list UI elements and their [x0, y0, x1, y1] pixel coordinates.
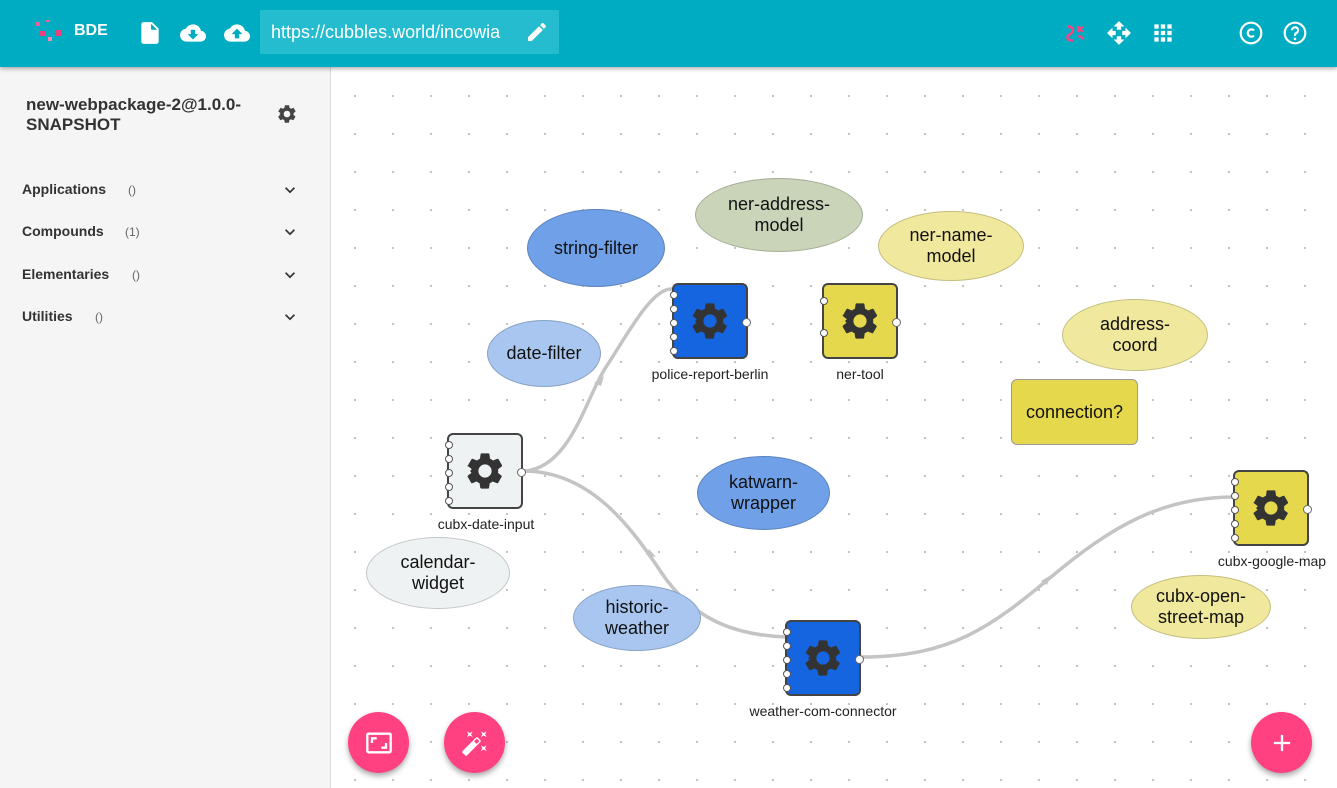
component-weather-com-connector[interactable]: [783, 620, 864, 696]
move-arrows-icon[interactable]: [1106, 20, 1132, 46]
category-count: (): [128, 183, 136, 197]
node-label: connection?: [1025, 401, 1124, 422]
gear-icon: [692, 303, 728, 339]
category-compounds[interactable]: Compounds (1): [22, 220, 312, 244]
component-ner-tool[interactable]: [820, 283, 901, 359]
category-label: Elementaries: [22, 266, 110, 282]
node-ner-name-model[interactable]: ner-name-model: [878, 211, 1024, 281]
url-field[interactable]: https://cubbles.world/incowia: [260, 10, 559, 54]
node-calendar-widget[interactable]: calendar-widget: [366, 537, 510, 609]
copyright-icon[interactable]: [1238, 20, 1264, 46]
add-button[interactable]: [1251, 712, 1312, 773]
brand-name: BDE: [74, 22, 108, 39]
sidebar: new-webpackage-2@1.0.0-SNAPSHOT Applicat…: [0, 67, 331, 788]
node-label: katwarn-wrapper: [728, 472, 799, 513]
help-icon[interactable]: [1282, 20, 1308, 46]
gear-icon: [842, 303, 878, 339]
auto-layout-button[interactable]: [444, 712, 505, 773]
node-string-filter[interactable]: string-filter: [527, 209, 665, 287]
chevron-down-icon[interactable]: [280, 180, 300, 200]
graph-canvas[interactable]: string-filter ner-address-model ner-name…: [331, 67, 1337, 788]
plus-icon: [1273, 734, 1290, 751]
top-toolbar: BDE https://cubbles.world/incowia: [0, 0, 1337, 67]
chevron-down-icon[interactable]: [280, 222, 300, 242]
node-address-coord[interactable]: address-coord: [1062, 299, 1208, 371]
category-label: Utilities: [22, 308, 73, 324]
node-ner-address-model[interactable]: ner-address-model: [695, 178, 863, 252]
component-police-report-berlin[interactable]: [670, 283, 751, 359]
gear-icon: [805, 640, 841, 676]
bde-logo-icon: [36, 18, 68, 44]
node-date-filter[interactable]: date-filter: [487, 320, 601, 387]
apps-grid-icon[interactable]: [1150, 20, 1176, 46]
cloud-upload-icon[interactable]: [224, 20, 250, 46]
fit-view-button[interactable]: [348, 712, 409, 773]
component-label: cubx-date-input: [437, 516, 535, 532]
component-cubx-date-input[interactable]: [445, 433, 526, 509]
magic-wand-icon: [461, 730, 487, 756]
node-label: cubx-open-street-map: [1155, 586, 1247, 627]
node-label: string-filter: [553, 237, 638, 258]
route-icon[interactable]: [1062, 20, 1088, 46]
node-label: ner-address-model: [727, 194, 831, 235]
node-label: historic-weather: [604, 597, 670, 638]
node-connection[interactable]: connection?: [1011, 379, 1138, 445]
url-text: https://cubbles.world/incowia: [271, 22, 501, 42]
node-cubx-open-street-map[interactable]: cubx-open-street-map: [1131, 575, 1271, 639]
chevron-down-icon[interactable]: [280, 265, 300, 285]
category-elementaries[interactable]: Elementaries (): [22, 263, 312, 287]
gear-icon: [1253, 490, 1289, 526]
node-historic-weather[interactable]: historic-weather: [573, 585, 701, 651]
settings-gear-icon[interactable]: [276, 103, 298, 125]
category-label: Applications: [22, 181, 107, 197]
category-label: Compounds: [22, 223, 104, 239]
category-count: (1): [125, 225, 140, 239]
new-file-icon[interactable]: [137, 20, 163, 46]
aspect-ratio-icon: [365, 732, 392, 753]
category-count: (): [95, 310, 103, 324]
gear-icon: [467, 453, 503, 489]
node-label: date-filter: [506, 343, 582, 363]
component-label: ner-tool: [836, 366, 884, 382]
category-count: (): [132, 268, 140, 282]
component-label: police-report-berlin: [651, 366, 769, 382]
node-label: calendar-widget: [400, 552, 476, 593]
node-label: ner-name-model: [909, 225, 993, 266]
component-label: weather-com-connector: [749, 703, 897, 719]
chevron-down-icon[interactable]: [280, 307, 300, 327]
component-cubx-google-map[interactable]: [1231, 470, 1312, 546]
node-label: address-coord: [1099, 314, 1171, 355]
component-label: cubx-google-map: [1217, 553, 1327, 569]
node-katwarn-wrapper[interactable]: katwarn-wrapper: [697, 456, 830, 530]
edit-url-icon[interactable]: [525, 20, 549, 44]
cloud-download-icon[interactable]: [180, 20, 206, 46]
package-title: new-webpackage-2@1.0.0-SNAPSHOT: [26, 95, 241, 134]
category-utilities[interactable]: Utilities (): [22, 305, 312, 329]
category-applications[interactable]: Applications (): [22, 178, 312, 202]
